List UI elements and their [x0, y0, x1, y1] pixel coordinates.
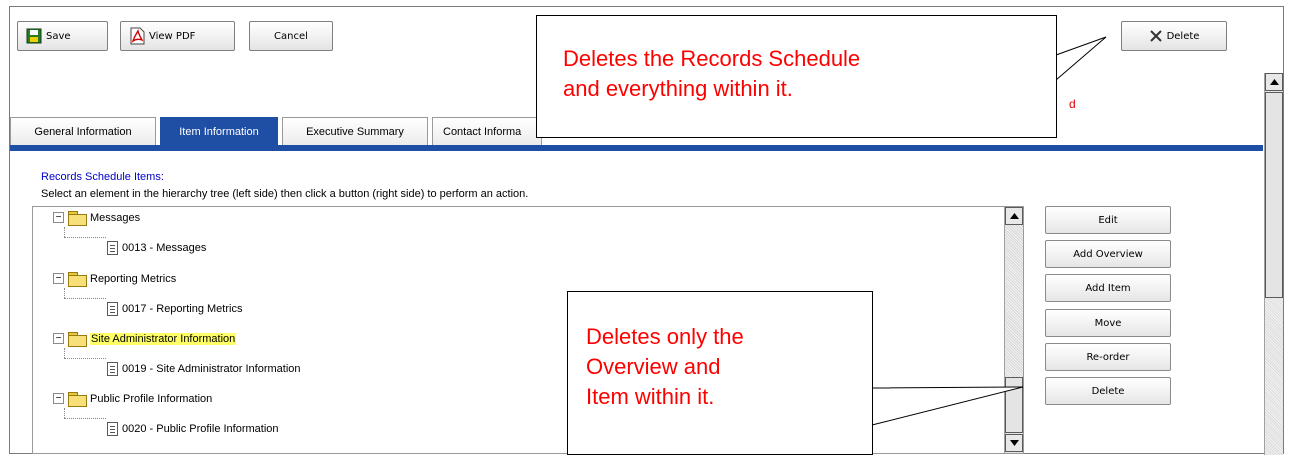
scroll-down-icon[interactable] — [1005, 434, 1023, 452]
selected-node-label: Site Administrator Information — [90, 332, 237, 345]
callout-delete-item: Deletes only the Overview and Item withi… — [567, 291, 873, 455]
view-pdf-button[interactable]: View PDF — [120, 21, 235, 51]
scroll-up-icon[interactable] — [1005, 207, 1023, 225]
document-icon — [107, 302, 118, 316]
add-overview-button[interactable]: Add Overview — [1045, 240, 1171, 268]
tree-item-0019[interactable]: 0019 - Site Administrator Information — [107, 362, 301, 376]
document-icon — [107, 241, 118, 255]
folder-icon — [68, 211, 87, 226]
tab-item-information[interactable]: Item Information — [160, 117, 278, 145]
collapse-icon[interactable]: − — [53, 212, 64, 223]
delete-label: Delete — [1166, 30, 1200, 42]
scroll-up-icon[interactable] — [1265, 73, 1283, 91]
tree-item-0020[interactable]: 0020 - Public Profile Information — [107, 422, 279, 436]
tree-item-0013[interactable]: 0013 - Messages — [107, 241, 206, 255]
document-icon — [107, 422, 118, 436]
collapse-icon[interactable]: − — [53, 273, 64, 284]
tree-folder-messages[interactable]: − Messages — [53, 211, 140, 226]
instructions-text: Select an element in the hierarchy tree … — [41, 188, 529, 200]
collapse-icon[interactable]: − — [53, 393, 64, 404]
reorder-button[interactable]: Re-order — [1045, 343, 1171, 371]
delete-item-button[interactable]: Delete — [1045, 377, 1171, 405]
tab-contact-information[interactable]: Contact Informa — [432, 117, 542, 145]
folder-icon — [68, 392, 87, 407]
tree-folder-public-profile-information[interactable]: − Public Profile Information — [53, 392, 212, 407]
cancel-button[interactable]: Cancel — [249, 21, 333, 51]
folder-icon — [68, 272, 87, 287]
tab-executive-summary[interactable]: Executive Summary — [282, 117, 428, 145]
folder-icon — [68, 332, 87, 347]
collapse-icon[interactable]: − — [53, 333, 64, 344]
save-label: Save — [46, 30, 71, 42]
page-scrollbar[interactable] — [1264, 73, 1283, 455]
tab-underline-bar — [10, 145, 1263, 151]
cancel-label: Cancel — [274, 30, 308, 42]
section-title: Records Schedule Items: — [41, 171, 164, 183]
tree-scrollbar[interactable] — [1004, 207, 1023, 453]
tree-folder-reporting-metrics[interactable]: − Reporting Metrics — [53, 272, 176, 287]
pdf-icon — [129, 27, 145, 45]
tab-general-information[interactable]: General Information — [10, 117, 156, 145]
tree-scroll-thumb[interactable] — [1005, 377, 1023, 433]
callout-delete-schedule: Deletes the Records Schedule and everyth… — [536, 15, 1057, 138]
hierarchy-tree[interactable]: − Messages 0013 - Messages − Reporting M… — [32, 206, 1024, 454]
move-button[interactable]: Move — [1045, 309, 1171, 337]
tree-item-0017[interactable]: 0017 - Reporting Metrics — [107, 302, 242, 316]
delete-schedule-button[interactable]: Delete — [1121, 21, 1227, 51]
edit-button[interactable]: Edit — [1045, 206, 1171, 234]
page-scroll-thumb[interactable] — [1265, 92, 1283, 298]
save-button[interactable]: Save — [17, 21, 108, 51]
tree-folder-site-administrator-information[interactable]: − Site Administrator Information — [53, 332, 237, 347]
document-icon — [107, 362, 118, 376]
page-notice: d — [1069, 97, 1076, 111]
save-icon — [26, 28, 42, 44]
close-icon — [1149, 29, 1163, 43]
add-item-button[interactable]: Add Item — [1045, 274, 1171, 302]
view-pdf-label: View PDF — [149, 30, 196, 42]
